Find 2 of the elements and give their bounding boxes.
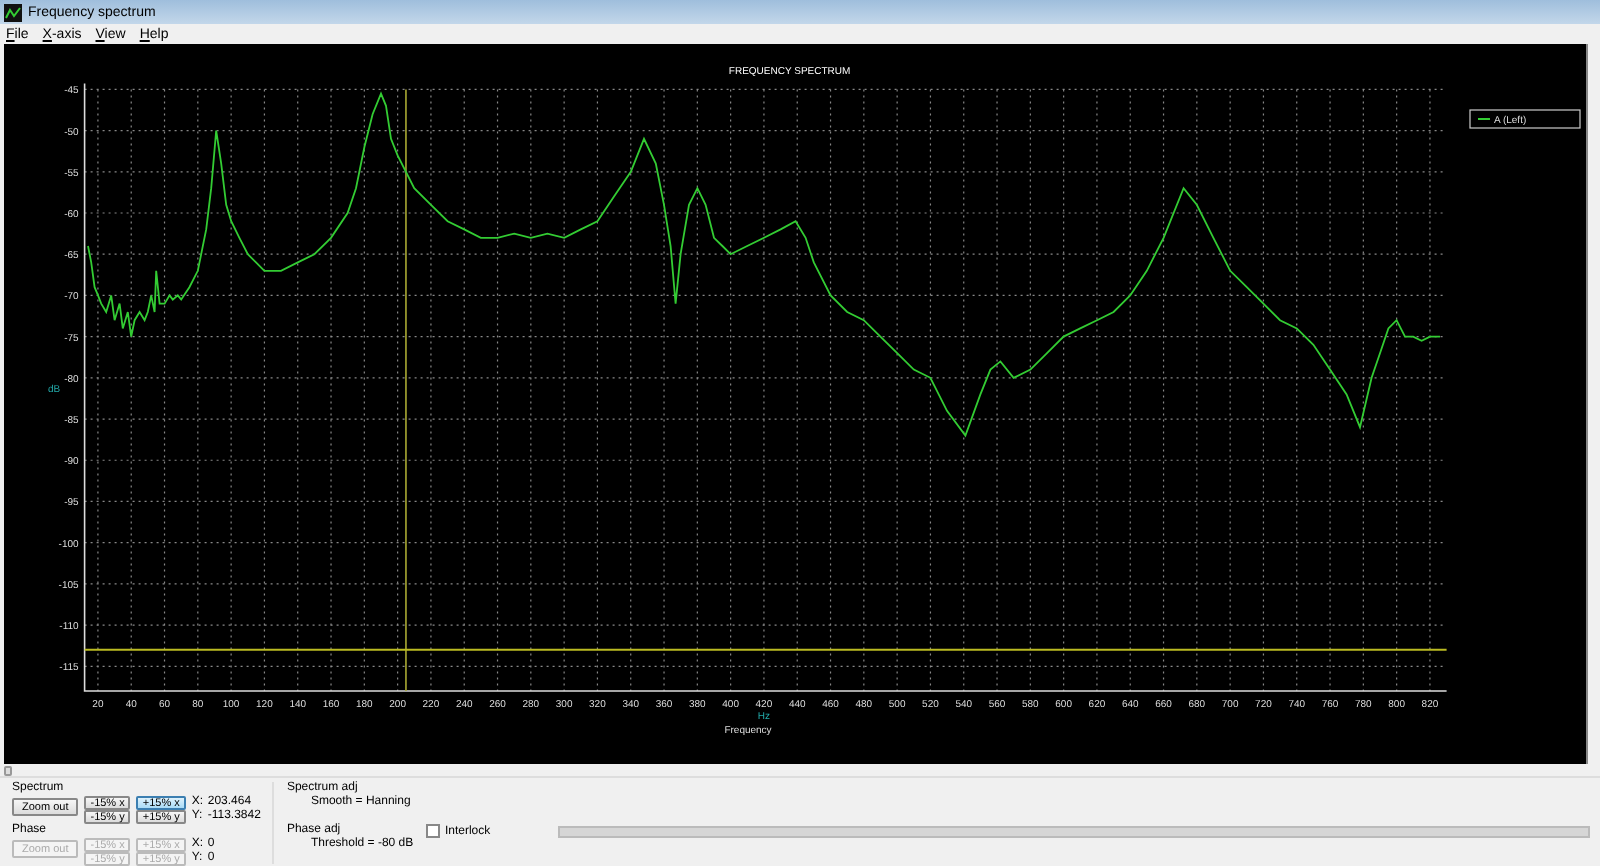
- app-icon: [4, 3, 22, 21]
- interlock-checkbox[interactable]: [426, 824, 441, 838]
